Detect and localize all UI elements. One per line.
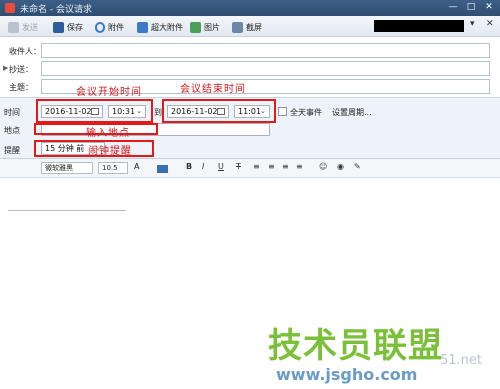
image-button[interactable]: 图片 (190, 20, 220, 34)
font-color-button[interactable]: A (134, 162, 139, 171)
image-label: 图片 (204, 22, 220, 32)
send-icon (8, 21, 19, 33)
list-button[interactable]: ≡ (296, 162, 303, 171)
image-icon (190, 21, 201, 33)
font-family-value: 微软雅黑 (45, 164, 73, 172)
bold-button[interactable]: B (186, 162, 192, 171)
more-button[interactable]: ✎ (354, 162, 361, 171)
toolbar: 发送 保存 附件 超大附件 图片 截屏 ▾ ✕ (0, 16, 500, 37)
scissors-icon (232, 21, 243, 33)
big-attach-label: 超大附件 (151, 22, 183, 32)
attach-button[interactable]: 附件 (95, 20, 124, 34)
location-annotation: 输入地点 (86, 128, 130, 139)
format-toolbar: 微软雅黑 10.5 A B I U T ≡ ≡ ≡ ≡ ☺ ◉ ✎ (0, 159, 500, 178)
start-time-highlight (36, 99, 153, 123)
meeting-request-window: 未命名 - 会议请求 — □ ✕ 发送 保存 附件 超大附件 图片 截屏 ▾ ✕… (0, 0, 500, 389)
insert-button[interactable]: ◉ (337, 162, 344, 171)
message-body-editor[interactable]: 技术员联盟 51.net www.jsgho.com (0, 179, 500, 389)
signature-divider (8, 210, 126, 211)
reminder-label: 提醒 (4, 146, 20, 155)
end-time-annotation: 会议结束时间 (180, 84, 246, 95)
reminder-annotation: 闹钟提醒 (88, 146, 132, 157)
indent-button[interactable]: ≡ (282, 162, 289, 171)
header-fields: 收件人： ▶ 抄送： 主题： (0, 38, 500, 100)
save-button[interactable]: 保存 (53, 20, 83, 34)
end-time-highlight (162, 99, 276, 123)
save-icon (53, 21, 64, 33)
italic-button[interactable]: I (202, 162, 204, 171)
to-row: 收件人： (0, 42, 500, 60)
strikethrough-button[interactable]: T (236, 162, 241, 171)
window-title: 未命名 - 会议请求 (20, 5, 92, 15)
paperclip-icon (95, 21, 105, 33)
subject-label: 主题： (9, 83, 33, 92)
to-label: 收件人： (9, 47, 41, 56)
save-label: 保存 (67, 22, 83, 32)
time-label: 时间 (4, 108, 20, 117)
all-day-checkbox[interactable] (278, 107, 287, 116)
big-attach-button[interactable]: 超大附件 (137, 20, 183, 34)
watermark-side-text: 51.net (440, 353, 483, 368)
underline-button[interactable]: U (218, 162, 224, 171)
watermark-logo: 技术员联盟 (268, 326, 443, 366)
meeting-panel: 时间 2016-11-02 10:31 ⌄ 到 2016-11-02 11:01… (0, 97, 500, 159)
screenshot-button[interactable]: 截屏 (232, 20, 262, 34)
minimize-button[interactable]: — (446, 1, 460, 14)
to-input[interactable] (41, 43, 490, 58)
highlight-color-icon[interactable] (157, 165, 168, 173)
expand-arrow-icon[interactable]: ▶ (3, 64, 8, 72)
align-center-button[interactable]: ≡ (268, 162, 275, 171)
start-time-annotation: 会议开始时间 (76, 87, 142, 98)
screenshot-label: 截屏 (246, 22, 262, 32)
font-family-select[interactable]: 微软雅黑 (41, 162, 93, 174)
send-button[interactable]: 发送 (8, 20, 38, 34)
all-day-label: 全天事件 (290, 108, 322, 117)
send-label: 发送 (22, 22, 38, 32)
bcc-input[interactable] (41, 61, 490, 76)
big-attachment-icon (137, 21, 148, 33)
redacted-account-bar (374, 20, 464, 32)
maximize-button[interactable]: □ (464, 1, 478, 14)
subject-row: 主题： (0, 78, 500, 96)
recurrence-link[interactable]: 设置周期... (332, 107, 372, 118)
font-size-value: 10.5 (102, 164, 118, 172)
title-bar: 未命名 - 会议请求 — □ ✕ (0, 0, 500, 16)
bcc-label: 抄送： (9, 65, 33, 74)
align-left-button[interactable]: ≡ (253, 162, 260, 171)
attach-label: 附件 (108, 22, 124, 32)
bcc-row: ▶ 抄送： (0, 60, 500, 78)
emoji-button[interactable]: ☺ (319, 162, 327, 171)
app-icon (5, 3, 15, 13)
watermark-url: www.jsgho.com (276, 365, 418, 384)
tools-icon[interactable]: ✕ (486, 19, 494, 29)
font-size-select[interactable]: 10.5 (98, 162, 128, 174)
close-button[interactable]: ✕ (482, 1, 496, 14)
location-label: 地点 (4, 126, 20, 135)
to-separator: 到 (154, 108, 162, 117)
account-dropdown-icon[interactable]: ▾ (470, 19, 475, 29)
